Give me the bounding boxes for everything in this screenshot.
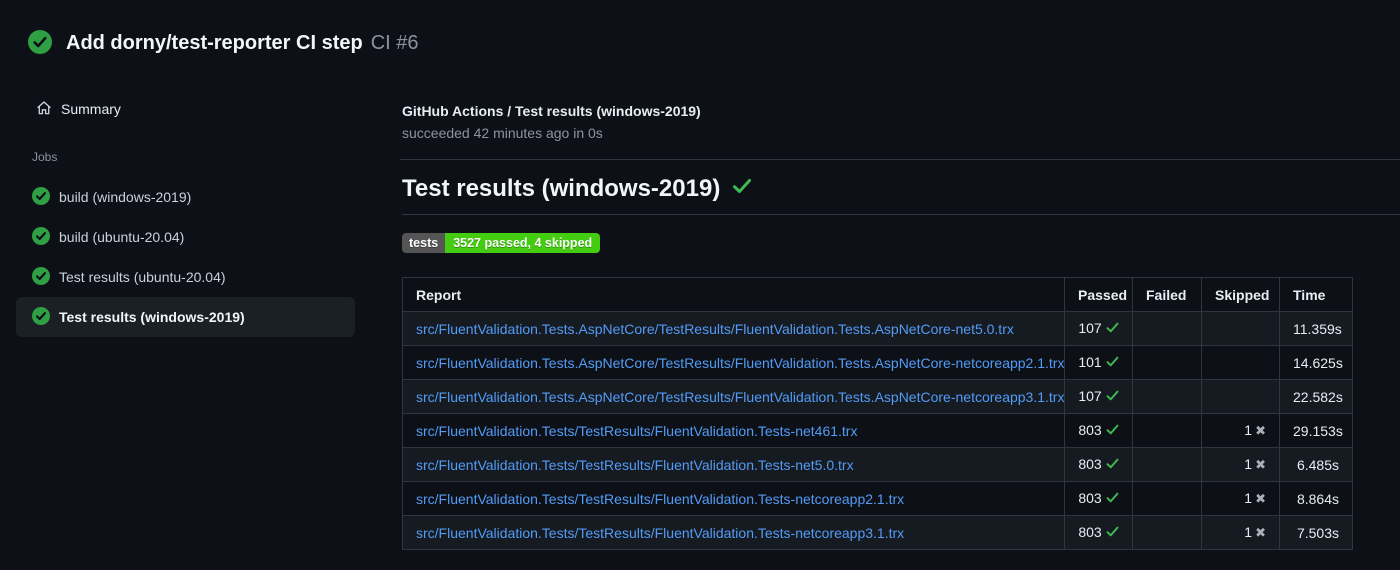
passed-cell: 107 [1064,379,1133,414]
table-row: src/FluentValidation.Tests/TestResults/F… [402,413,1353,448]
run-success-icon [28,30,52,57]
summary-label: Summary [61,101,121,117]
skipped-cell: ✖ [1201,345,1280,380]
table-row: src/FluentValidation.Tests/TestResults/F… [402,515,1353,550]
time-cell: 11.359s [1279,311,1353,346]
check-run-head: GitHub Actions / Test results (windows-2… [400,93,1400,160]
report-cell: src/FluentValidation.Tests/TestResults/F… [402,447,1065,482]
table-row: src/FluentValidation.Tests/TestResults/F… [402,447,1353,482]
report-link[interactable]: src/FluentValidation.Tests.AspNetCore/Te… [416,321,1014,337]
passed-cell: 803 [1064,481,1133,516]
report-cell: src/FluentValidation.Tests.AspNetCore/Te… [402,311,1065,346]
passed-cell: 803 [1064,515,1133,550]
col-skipped: Skipped [1201,277,1280,312]
results-table-header-row: Report Passed Failed Skipped Time [402,277,1353,312]
job-label: build (windows-2019) [59,189,192,205]
table-row: src/FluentValidation.Tests.AspNetCore/Te… [402,379,1353,414]
passed-cell: 107 [1064,311,1133,346]
skipped-cell: 1 ✖ [1201,413,1280,448]
col-passed: Passed [1064,277,1133,312]
job-label: Test results (ubuntu-20.04) [59,269,226,285]
skipped-x-icon: ✖ [1255,525,1266,540]
skipped-cell: ✖ [1201,379,1280,414]
skipped-x-icon: ✖ [1255,491,1266,506]
report-cell: src/FluentValidation.Tests.AspNetCore/Te… [402,379,1065,414]
failed-cell [1132,481,1202,516]
job-success-icon [32,266,50,288]
job-label: Test results (windows-2019) [59,309,245,325]
time-cell: 29.153s [1279,413,1353,448]
passed-check-icon [1106,525,1119,541]
report-link[interactable]: src/FluentValidation.Tests/TestResults/F… [416,457,854,473]
report-link[interactable]: src/FluentValidation.Tests/TestResults/F… [416,423,857,439]
report-cell: src/FluentValidation.Tests.AspNetCore/Te… [402,345,1065,380]
main-content: GitHub Actions / Test results (windows-2… [400,93,1400,550]
sidebar-job-item[interactable]: Test results (ubuntu-20.04) [16,257,355,297]
time-cell: 6.485s [1279,447,1353,482]
passed-check-icon [1106,423,1119,439]
passed-cell: 803 [1064,447,1133,482]
sidebar-job-item[interactable]: Test results (windows-2019) [16,297,355,337]
failed-cell [1132,379,1202,414]
section-title: Test results (windows-2019) [402,174,1400,215]
skipped-cell: 1 ✖ [1201,447,1280,482]
table-row: src/FluentValidation.Tests.AspNetCore/Te… [402,345,1353,380]
skipped-cell: 1 ✖ [1201,515,1280,550]
time-cell: 7.503s [1279,515,1353,550]
report-cell: src/FluentValidation.Tests/TestResults/F… [402,515,1065,550]
sidebar: Summary Jobs build (windows-2019) build … [0,93,384,337]
report-cell: src/FluentValidation.Tests/TestResults/F… [402,481,1065,516]
passed-check-icon [1106,491,1119,507]
run-title: Add dorny/test-reporter CI step [66,32,363,54]
report-link[interactable]: src/FluentValidation.Tests.AspNetCore/Te… [416,389,1064,405]
report-cell: src/FluentValidation.Tests/TestResults/F… [402,413,1065,448]
sidebar-item-summary[interactable]: Summary [16,93,384,125]
skipped-x-icon: ✖ [1255,423,1266,438]
failed-cell [1132,345,1202,380]
col-failed: Failed [1132,277,1202,312]
jobs-list: build (windows-2019) build (ubuntu-20.04… [16,177,384,337]
passed-cell: 101 [1064,345,1133,380]
time-cell: 14.625s [1279,345,1353,380]
passed-cell: 803 [1064,413,1133,448]
success-check-icon [732,174,752,204]
skipped-cell: 1 ✖ [1201,481,1280,516]
time-cell: 8.864s [1279,481,1353,516]
jobs-section-label: Jobs [32,150,58,164]
report-link[interactable]: src/FluentValidation.Tests.AspNetCore/Te… [416,355,1064,371]
job-label: build (ubuntu-20.04) [59,229,185,245]
sidebar-job-item[interactable]: build (ubuntu-20.04) [16,217,355,257]
failed-cell [1132,515,1202,550]
run-number: CI #6 [370,32,419,54]
report-link[interactable]: src/FluentValidation.Tests/TestResults/F… [416,491,904,507]
failed-cell [1132,311,1202,346]
table-row: src/FluentValidation.Tests/TestResults/F… [402,481,1353,516]
tests-badge: tests 3527 passed, 4 skipped [402,233,601,253]
failed-cell [1132,447,1202,482]
time-cell: 22.582s [1279,379,1353,414]
home-icon [36,100,52,119]
col-report: Report [402,277,1065,312]
check-run-title: GitHub Actions / Test results (windows-2… [402,103,701,119]
results-table: Report Passed Failed Skipped Time src/Fl… [402,277,1353,550]
tests-badge-label: tests [402,233,446,253]
sidebar-job-item[interactable]: build (windows-2019) [16,177,355,217]
run-header: Add dorny/test-reporter CI step CI #6 [0,0,1400,57]
skipped-cell: ✖ [1201,311,1280,346]
col-time: Time [1279,277,1353,312]
job-success-icon [32,226,50,248]
failed-cell [1132,413,1202,448]
job-success-icon [32,186,50,208]
check-run-status: succeeded 42 minutes ago in 0s [402,125,603,141]
table-row: src/FluentValidation.Tests.AspNetCore/Te… [402,311,1353,346]
section-title-text: Test results (windows-2019) [402,175,721,202]
passed-check-icon [1106,355,1119,371]
tests-badge-value: 3527 passed, 4 skipped [445,233,601,253]
skipped-x-icon: ✖ [1255,457,1266,472]
passed-check-icon [1106,321,1119,337]
report-link[interactable]: src/FluentValidation.Tests/TestResults/F… [416,525,904,541]
job-success-icon [32,306,50,328]
passed-check-icon [1106,389,1119,405]
passed-check-icon [1106,457,1119,473]
